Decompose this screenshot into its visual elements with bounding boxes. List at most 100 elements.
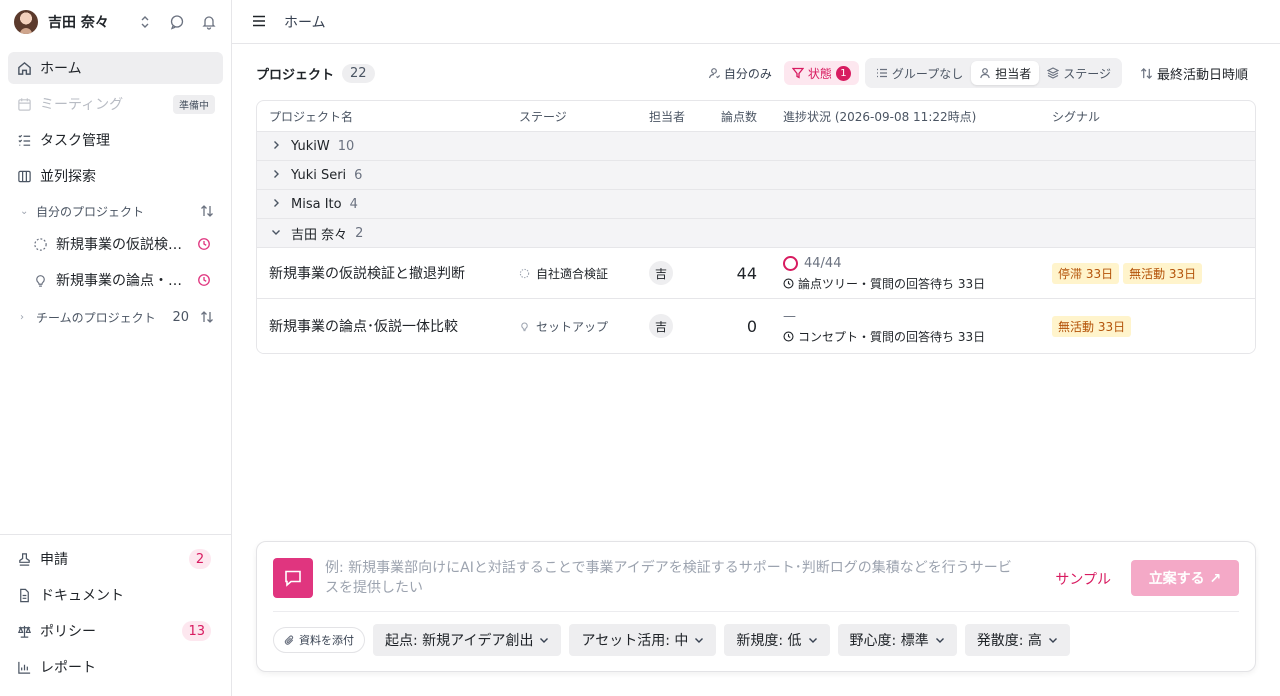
status-filter[interactable]: 状態 1: [783, 61, 859, 85]
group-owner-option[interactable]: 担当者: [971, 61, 1040, 85]
group-row[interactable]: Yuki Seri 6: [257, 161, 1255, 190]
list-icon: [876, 67, 888, 79]
idea-input[interactable]: 例: 新規事業部向けにAIと対話することで事業アイデアを検証するサポート･判断ロ…: [325, 558, 1025, 598]
projects-title: プロジェクト: [256, 67, 335, 83]
origin-label: 起点: 新規アイデア創出: [385, 633, 534, 649]
table-row[interactable]: 新規事業の論点･仮説一体比較 セットアップ 吉 0 — コンセプト・質問の回答待…: [257, 299, 1255, 353]
nav-home-label: ホーム: [40, 61, 82, 77]
sort-arrows-icon[interactable]: [197, 201, 217, 221]
group-name: YukiW: [291, 138, 330, 154]
bell-icon[interactable]: [199, 12, 219, 32]
novelty-dropdown[interactable]: 新規度: 低: [724, 624, 830, 656]
sidebar-project-item[interactable]: 新規事業の仮説検証と撤退判断: [0, 226, 231, 262]
group-stage-option[interactable]: ステージ: [1039, 61, 1119, 85]
chat-icon[interactable]: [167, 12, 187, 32]
points-value: 0: [746, 316, 757, 336]
header-points[interactable]: 論点数: [707, 108, 767, 125]
origin-dropdown[interactable]: 起点: 新規アイデア創出: [373, 624, 562, 656]
owner-avatar: 吉: [649, 261, 673, 285]
chevron-right-icon: ›: [20, 311, 24, 323]
chevron-right-icon: [271, 140, 291, 153]
group-name: 吉田 奈々: [291, 227, 348, 243]
projects-table: プロジェクト名 ステージ 担当者 論点数 進捗状況 (2026-09-08 11…: [256, 100, 1256, 354]
group-count: 4: [349, 196, 358, 212]
nav-documents[interactable]: ドキュメント: [8, 579, 223, 611]
points-cell: 44: [707, 264, 767, 283]
sort-arrows-icon: [1140, 67, 1153, 80]
mine-only-filter[interactable]: 自分のみ: [700, 61, 780, 85]
nav-tasks[interactable]: タスク管理: [8, 124, 223, 156]
chevron-updown-icon[interactable]: [135, 12, 155, 32]
team-projects-header[interactable]: › チームのプロジェクト 20: [0, 302, 231, 332]
user-icon: [708, 67, 720, 79]
filter-icon: [791, 67, 804, 79]
sample-link[interactable]: サンプル: [1055, 569, 1111, 589]
my-projects-label: 自分のプロジェクト: [36, 204, 145, 219]
group-none-option[interactable]: グループなし: [868, 61, 971, 85]
group-row[interactable]: YukiW 10: [257, 132, 1255, 161]
home-icon: [16, 60, 32, 76]
progress-ring-icon: [783, 256, 798, 271]
group-name: Yuki Seri: [291, 167, 347, 183]
progress-cell: — コンセプト・質問の回答待ち 33日: [767, 308, 1052, 345]
sidebar-project-label: 新規事業の論点・仮説一体比較: [56, 273, 188, 289]
progress-status: コンセプト・質問の回答待ち 33日: [798, 329, 986, 344]
nav-policies[interactable]: ポリシー 13: [8, 615, 223, 647]
nav-requests[interactable]: 申請 2: [8, 543, 223, 575]
sort-button[interactable]: 最終活動日時順: [1132, 61, 1256, 85]
hamburger-menu-icon[interactable]: [252, 12, 270, 31]
status-filter-count: 1: [835, 65, 851, 81]
sort-arrows-icon[interactable]: [197, 307, 217, 327]
preparing-badge: 準備中: [173, 94, 215, 114]
novelty-label: 新規度: 低: [736, 633, 802, 649]
group-row[interactable]: Misa Ito 4: [257, 190, 1255, 219]
stage-cell: セットアップ: [507, 318, 637, 335]
attach-button[interactable]: 資料を添付: [273, 627, 365, 653]
scale-icon: [16, 623, 32, 639]
stage-label: 自社適合検証: [536, 266, 609, 281]
asset-usage-dropdown[interactable]: アセット活用: 中: [569, 624, 717, 656]
ambition-dropdown[interactable]: 野心度: 標準: [837, 624, 957, 656]
submit-button[interactable]: 立案する ↗: [1131, 560, 1239, 596]
header-name[interactable]: プロジェクト名: [257, 108, 507, 125]
signal-cell: 停滞 33日 無活動 33日: [1052, 262, 1255, 284]
my-projects-header[interactable]: ⌄ 自分のプロジェクト: [0, 196, 231, 226]
nav-reports[interactable]: レポート: [8, 651, 223, 683]
ambition-label: 野心度: 標準: [849, 633, 929, 649]
nav-meeting[interactable]: ミーティング 準備中: [8, 88, 223, 120]
stage-cell: 自社適合検証: [507, 265, 637, 282]
nav-parallel[interactable]: 並列探索: [8, 160, 223, 192]
person-icon: [979, 67, 991, 79]
progress-status: 論点ツリー・質問の回答待ち 33日: [798, 276, 986, 291]
group-row[interactable]: 吉田 奈々 2: [257, 219, 1255, 248]
progress-cell: 44/44 論点ツリー・質問の回答待ち 33日: [767, 255, 1052, 292]
nav-requests-label: 申請: [40, 552, 68, 568]
progress-value: —: [783, 309, 796, 324]
header-progress[interactable]: 進捗状況 (2026-09-08 11:22時点): [767, 108, 1052, 125]
group-count: 10: [337, 138, 355, 154]
projects-toolbar: プロジェクト 22 自分のみ 状態 1 グループなし 担当者 ステージ 最終活動…: [256, 58, 1256, 88]
nav-reports-label: レポート: [40, 660, 96, 676]
sidebar: 吉田 奈々 ホーム ミーティング 準備中 タスク管理 並列探索 ⌄ 自分のプロジ…: [0, 0, 232, 696]
clock-icon: [783, 277, 794, 289]
header-signal[interactable]: シグナル: [1052, 108, 1255, 125]
user-switcher[interactable]: 吉田 奈々: [0, 0, 231, 44]
table-row[interactable]: 新規事業の仮説検証と撤退判断 自社適合検証 吉 44 44/44 論点ツリー・質…: [257, 248, 1255, 299]
lightbulb-icon: [32, 272, 48, 288]
header-stage[interactable]: ステージ: [507, 108, 637, 125]
status-filter-label: 状態: [807, 66, 832, 81]
sidebar-project-item[interactable]: 新規事業の論点・仮説一体比較: [0, 262, 231, 298]
divergence-label: 発散度: 高: [976, 633, 1042, 649]
chevron-down-icon: [271, 227, 291, 240]
points-value: 44: [736, 263, 757, 283]
stamp-icon: [16, 551, 32, 567]
chevron-down-icon: [935, 635, 945, 645]
project-name[interactable]: 新規事業の論点･仮説一体比較: [257, 316, 507, 336]
divergence-dropdown[interactable]: 発散度: 高: [964, 624, 1070, 656]
nav-home[interactable]: ホーム: [8, 52, 223, 84]
project-name[interactable]: 新規事業の仮説検証と撤退判断: [257, 263, 507, 283]
team-projects-count: 20: [172, 309, 189, 325]
table-header: プロジェクト名 ステージ 担当者 論点数 進捗状況 (2026-09-08 11…: [257, 101, 1255, 132]
owner-cell: 吉: [637, 261, 707, 285]
header-owner[interactable]: 担当者: [637, 108, 707, 125]
